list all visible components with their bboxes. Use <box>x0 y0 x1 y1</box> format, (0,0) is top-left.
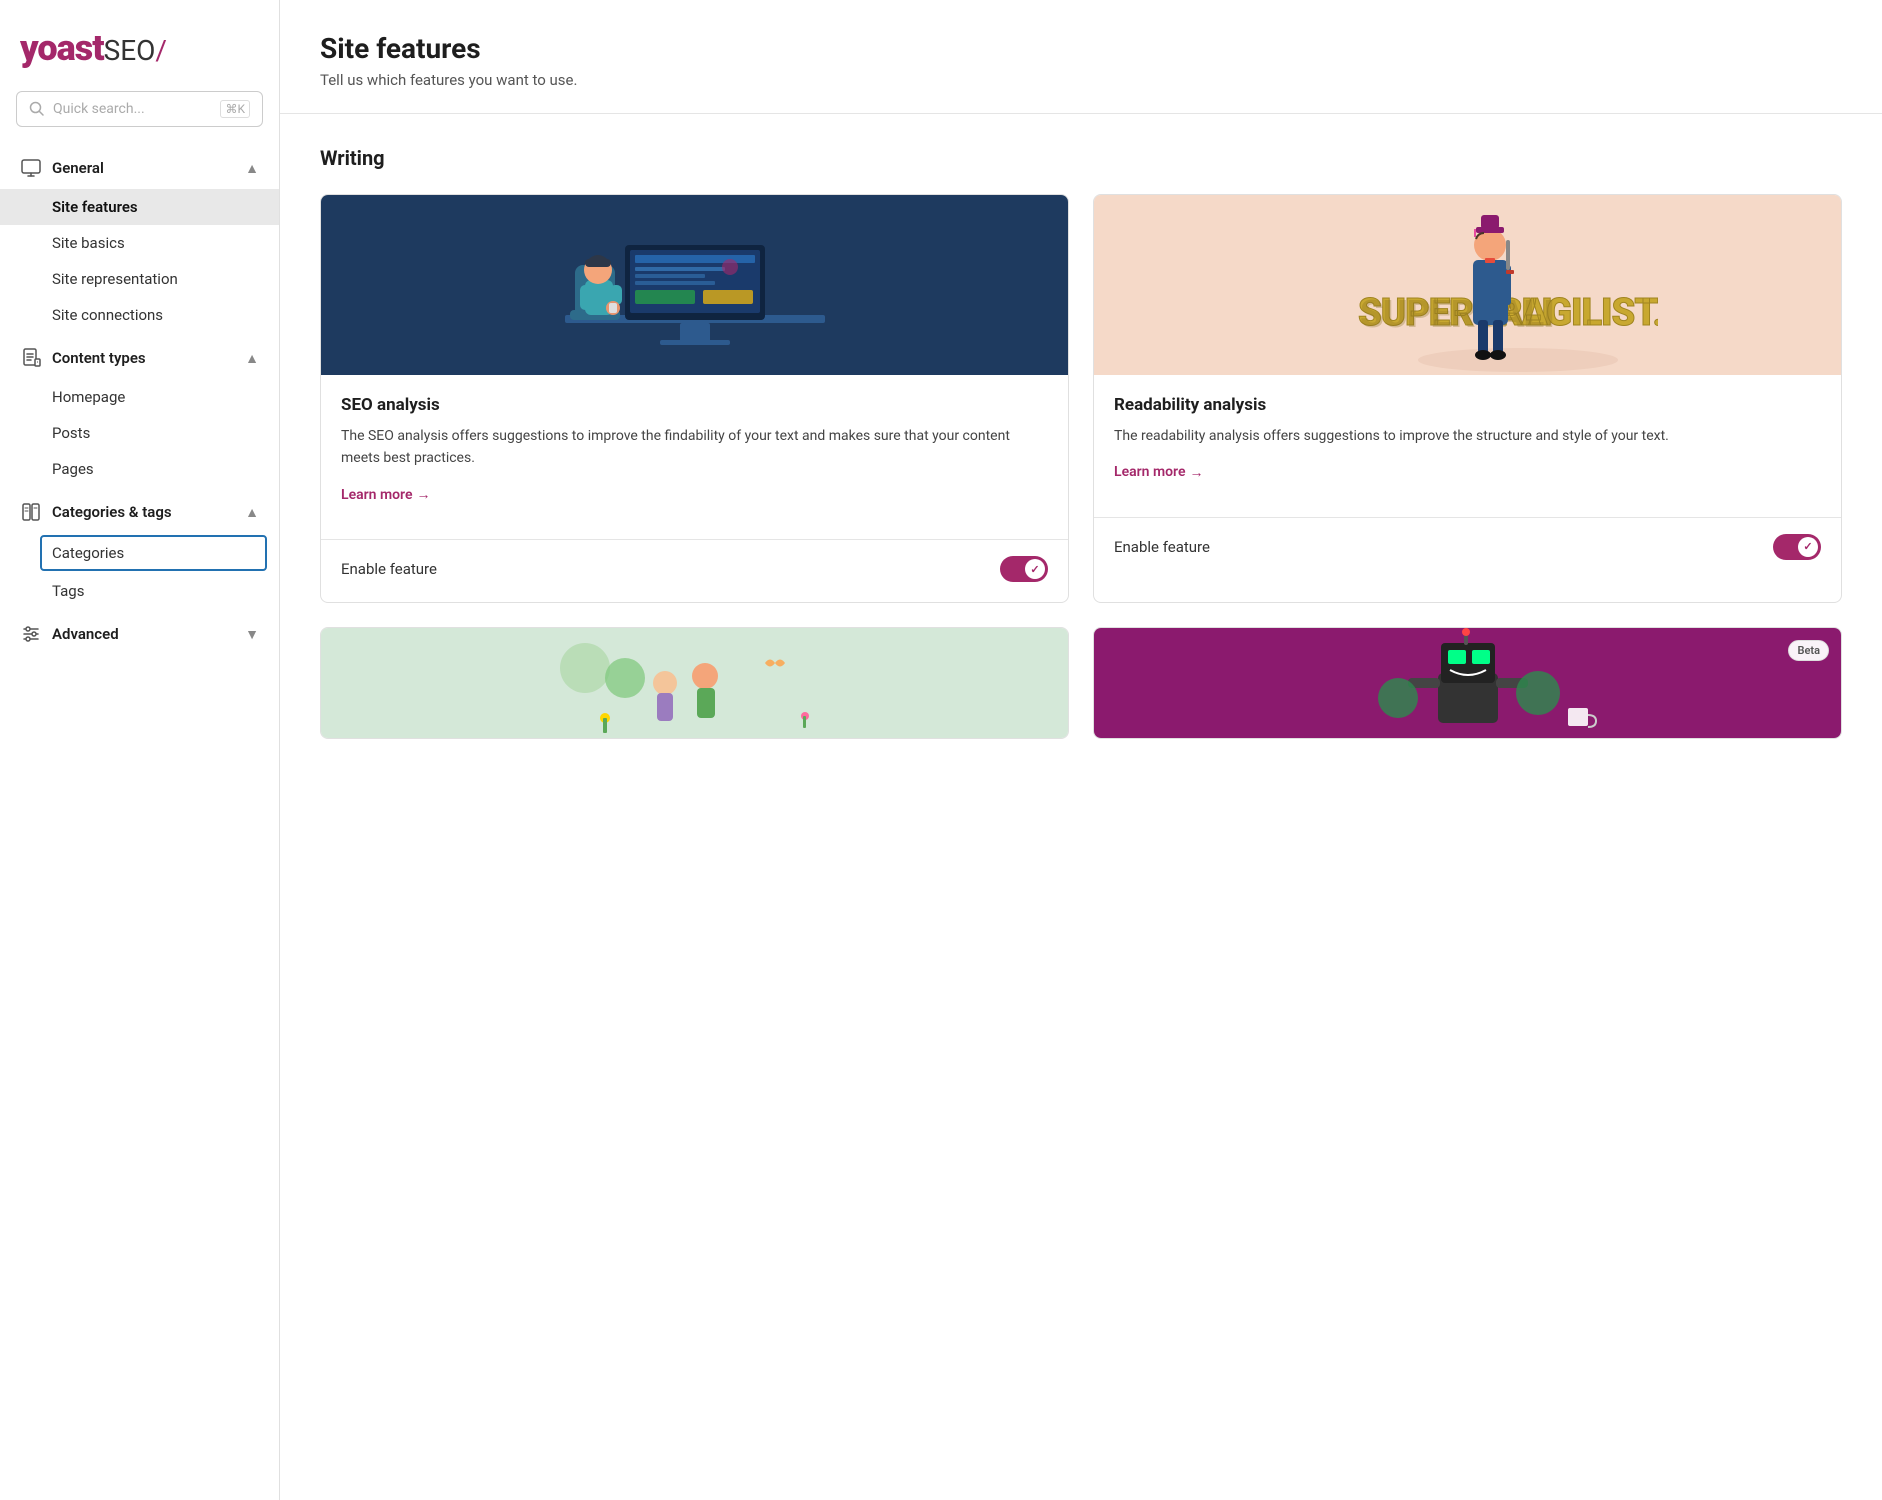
sidebar-item-site-basics[interactable]: Site basics <box>0 225 279 261</box>
nav-section-content-types: Content types ▲ Homepage Posts Pages <box>0 337 279 487</box>
sidebar-item-posts[interactable]: Posts <box>0 415 279 451</box>
seo-card-divider <box>321 539 1068 540</box>
sidebar-item-site-features[interactable]: Site features <box>0 189 279 225</box>
garden-illustration <box>505 628 885 738</box>
search-bar[interactable]: Quick search... ⌘K <box>16 91 263 127</box>
logo-area: yoast SEO/ <box>0 20 279 91</box>
seo-enable-label: Enable feature <box>341 560 437 578</box>
seo-analysis-card: SEO analysis The SEO analysis offers sug… <box>320 194 1069 603</box>
nav-section-general-header[interactable]: General ▲ <box>0 147 279 189</box>
general-label: General <box>52 159 245 177</box>
main-content: Site features Tell us which features you… <box>280 0 1882 1500</box>
logo-yoast: yoast <box>20 30 104 66</box>
bottom-cards-grid: Beta <box>320 627 1842 739</box>
readability-illustration: SUPERCALI FRAGILIST... SUPERCALI <box>1278 195 1658 375</box>
seo-analysis-footer: Enable feature ✓ <box>321 556 1068 602</box>
categories-tags-chevron: ▲ <box>245 504 259 521</box>
content-types-label: Content types <box>52 349 245 367</box>
content-area: Writing <box>280 114 1882 795</box>
sidebar-item-site-connections[interactable]: Site connections <box>0 297 279 333</box>
readability-learn-more[interactable]: Learn more → <box>1114 464 1203 481</box>
seo-analysis-toggle[interactable]: ✓ <box>1000 556 1048 582</box>
readability-analysis-card: SUPERCALI FRAGILIST... SUPERCALI <box>1093 194 1842 603</box>
readability-analysis-image: SUPERCALI FRAGILIST... SUPERCALI <box>1094 195 1841 375</box>
page-title: Site features <box>320 32 1842 65</box>
readability-analysis-title: Readability analysis <box>1114 395 1821 415</box>
robot-illustration <box>1278 628 1658 738</box>
document-icon <box>20 347 42 369</box>
svg-text:SUPERCALI: SUPERCALI <box>1360 293 1554 337</box>
nav-section-advanced: Advanced ▼ <box>0 613 279 655</box>
seo-analysis-learn-more[interactable]: Learn more → <box>341 486 430 503</box>
logo-slash: / <box>155 34 167 67</box>
nav-section-content-types-header[interactable]: Content types ▲ <box>0 337 279 379</box>
seo-illustration <box>505 195 885 375</box>
advanced-chevron: ▼ <box>245 626 259 643</box>
nav-section-categories-tags-header[interactable]: Categories & tags ▲ <box>0 491 279 533</box>
advanced-label: Advanced <box>52 625 245 643</box>
readability-enable-label: Enable feature <box>1114 538 1210 556</box>
readability-analysis-footer: Enable feature ✓ <box>1094 534 1841 580</box>
sliders-icon <box>20 623 42 645</box>
bottom-card-left <box>320 627 1069 739</box>
seo-toggle-knob: ✓ <box>1025 559 1045 579</box>
readability-toggle-check: ✓ <box>1803 540 1812 553</box>
page-header: Site features Tell us which features you… <box>280 0 1882 114</box>
content-types-chevron: ▲ <box>245 350 259 367</box>
sidebar-item-categories[interactable]: Categories <box>40 535 267 571</box>
sidebar-item-site-representation[interactable]: Site representation <box>0 261 279 297</box>
search-icon <box>29 101 45 117</box>
seo-analysis-title: SEO analysis <box>341 395 1048 415</box>
sidebar-item-pages[interactable]: Pages <box>0 451 279 487</box>
beta-badge: Beta <box>1788 640 1829 661</box>
sidebar: yoast SEO/ Quick search... ⌘K General ▲ … <box>0 0 280 1500</box>
bottom-card-left-image <box>321 628 1068 738</box>
bottom-card-right: Beta <box>1093 627 1842 739</box>
sidebar-item-homepage[interactable]: Homepage <box>0 379 279 415</box>
general-chevron: ▲ <box>245 160 259 177</box>
nav-section-advanced-header[interactable]: Advanced ▼ <box>0 613 279 655</box>
categories-tags-label: Categories & tags <box>52 503 245 521</box>
search-placeholder-text: Quick search... <box>53 101 212 117</box>
logo-seo: SEO <box>104 34 156 67</box>
seo-toggle-check: ✓ <box>1030 563 1039 576</box>
readability-analysis-body: Readability analysis The readability ana… <box>1094 375 1841 501</box>
writing-section-title: Writing <box>320 146 1842 170</box>
seo-analysis-image <box>321 195 1068 375</box>
seo-analysis-body: SEO analysis The SEO analysis offers sug… <box>321 375 1068 523</box>
readability-toggle-knob: ✓ <box>1798 537 1818 557</box>
nav-section-categories-tags: Categories & tags ▲ Categories Tags <box>0 491 279 609</box>
monitor-icon <box>20 157 42 179</box>
page-subtitle: Tell us which features you want to use. <box>320 71 1842 89</box>
nav-section-general: General ▲ Site features Site basics Site… <box>0 147 279 333</box>
writing-cards-grid: SEO analysis The SEO analysis offers sug… <box>320 194 1842 603</box>
readability-card-divider <box>1094 517 1841 518</box>
readability-analysis-toggle[interactable]: ✓ <box>1773 534 1821 560</box>
sidebar-item-tags[interactable]: Tags <box>0 573 279 609</box>
search-shortcut: ⌘K <box>220 100 250 118</box>
tag-icon <box>20 501 42 523</box>
readability-analysis-description: The readability analysis offers suggesti… <box>1114 425 1821 447</box>
seo-analysis-description: The SEO analysis offers suggestions to i… <box>341 425 1048 470</box>
bottom-card-right-image: Beta <box>1094 628 1841 738</box>
